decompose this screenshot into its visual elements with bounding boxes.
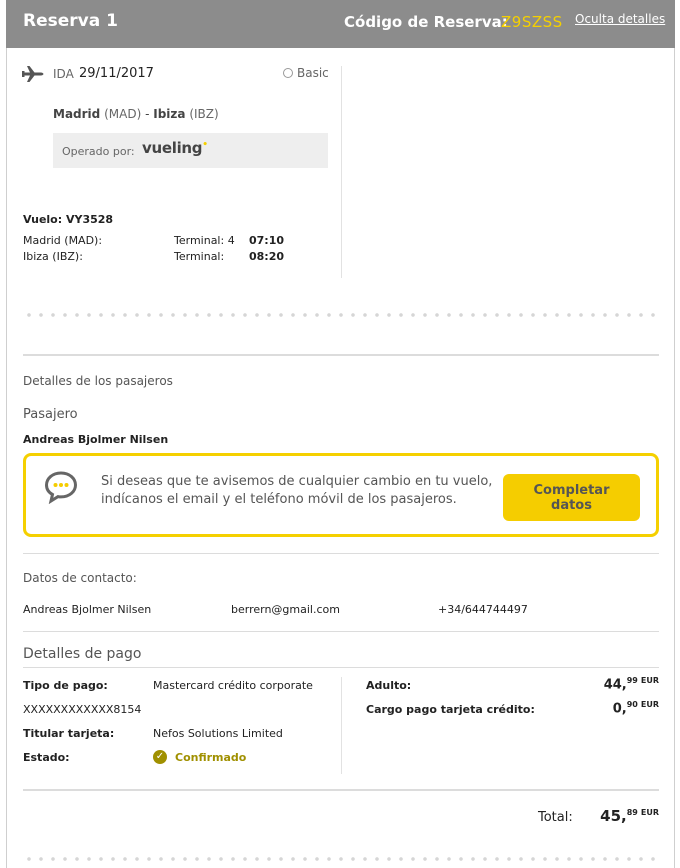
passenger-name: Andreas Bjolmer Nilsen	[23, 433, 169, 446]
payment-divider	[341, 677, 342, 774]
route: Madrid (MAD) - Ibiza (IBZ)	[53, 107, 219, 121]
adult-fare-amount: 44,99 EUR	[603, 676, 659, 693]
check-icon: ✓	[153, 750, 167, 764]
card-fee-amount: 0,90 EUR	[612, 700, 659, 717]
dotted-separator	[23, 313, 659, 317]
status-label: Estado:	[23, 751, 70, 764]
segment-destination-terminal: Terminal:	[174, 250, 225, 263]
plane-icon	[22, 66, 44, 82]
card-fee-label: Cargo pago tarjeta crédito:	[366, 703, 535, 716]
booking-title: Reserva 1	[23, 11, 118, 31]
hide-details-link[interactable]: Oculta detalles	[575, 12, 665, 26]
fare-radio-icon	[283, 68, 293, 78]
chat-bubble-icon	[44, 471, 78, 504]
route-separator: -	[145, 107, 150, 121]
destination-code: (IBZ)	[189, 107, 219, 121]
payment-type-value: Mastercard crédito corporate	[153, 679, 313, 692]
card-number: XXXXXXXXXXXX8154	[23, 703, 142, 716]
contact-notice-box: Si deseas que te avisemos de cualquier c…	[23, 453, 659, 537]
passenger-subtitle: Pasajero	[23, 407, 78, 422]
operated-by-label: Operado por:	[62, 145, 135, 158]
flight-number: Vuelo: VY3528	[23, 213, 114, 226]
segment-destination-airport: Ibiza (IBZ):	[23, 250, 83, 263]
contact-title: Datos de contacto:	[23, 571, 137, 585]
section-divider	[23, 553, 659, 554]
dotted-separator	[23, 857, 659, 861]
fare-name: Basic	[297, 66, 329, 80]
flight-divider	[341, 66, 342, 278]
segment-origin-time: 07:10	[249, 234, 285, 247]
status-value: Confirmado	[175, 751, 247, 764]
complete-data-button[interactable]: Completar datos	[503, 474, 640, 521]
flight-direction: IDA	[53, 67, 74, 81]
payment-type-label: Tipo de pago:	[23, 679, 108, 692]
section-divider	[23, 667, 659, 668]
segment-origin-airport: Madrid (MAD):	[23, 234, 103, 247]
total-amount: 45,89 EUR	[600, 807, 659, 825]
contact-phone: +34/644744497	[438, 603, 528, 616]
operator-box: Operado por: vueling•	[53, 133, 328, 168]
section-divider	[23, 354, 659, 356]
booking-header: Reserva 1 Código de Reserva: Z9SZSS Ocul…	[6, 0, 675, 48]
contact-name: Andreas Bjolmer Nilsen	[23, 603, 152, 616]
contact-email: berrern@gmail.com	[231, 603, 340, 616]
destination-city: Ibiza	[153, 107, 186, 121]
booking-code: Z9SZSS	[501, 13, 563, 31]
booking-code-label: Código de Reserva:	[344, 13, 508, 31]
card-holder-value: Nefos Solutions Limited	[153, 727, 283, 740]
section-divider	[23, 631, 659, 632]
total-label: Total:	[538, 810, 573, 825]
adult-fare-label: Adulto:	[366, 679, 412, 692]
payment-title: Detalles de pago	[23, 646, 142, 662]
origin-code: (MAD)	[104, 107, 142, 121]
card-holder-label: Titular tarjeta:	[23, 727, 115, 740]
flight-date: 29/11/2017	[79, 66, 154, 81]
section-divider	[23, 789, 659, 791]
contact-notice-text: Si deseas que te avisemos de cualquier c…	[101, 474, 493, 507]
vueling-logo: vueling•	[142, 139, 208, 157]
segment-origin-terminal: Terminal: 4	[174, 234, 235, 247]
segment-destination-time: 08:20	[249, 250, 285, 263]
origin-city: Madrid	[53, 107, 101, 121]
passengers-section-title: Detalles de los pasajeros	[23, 374, 173, 388]
